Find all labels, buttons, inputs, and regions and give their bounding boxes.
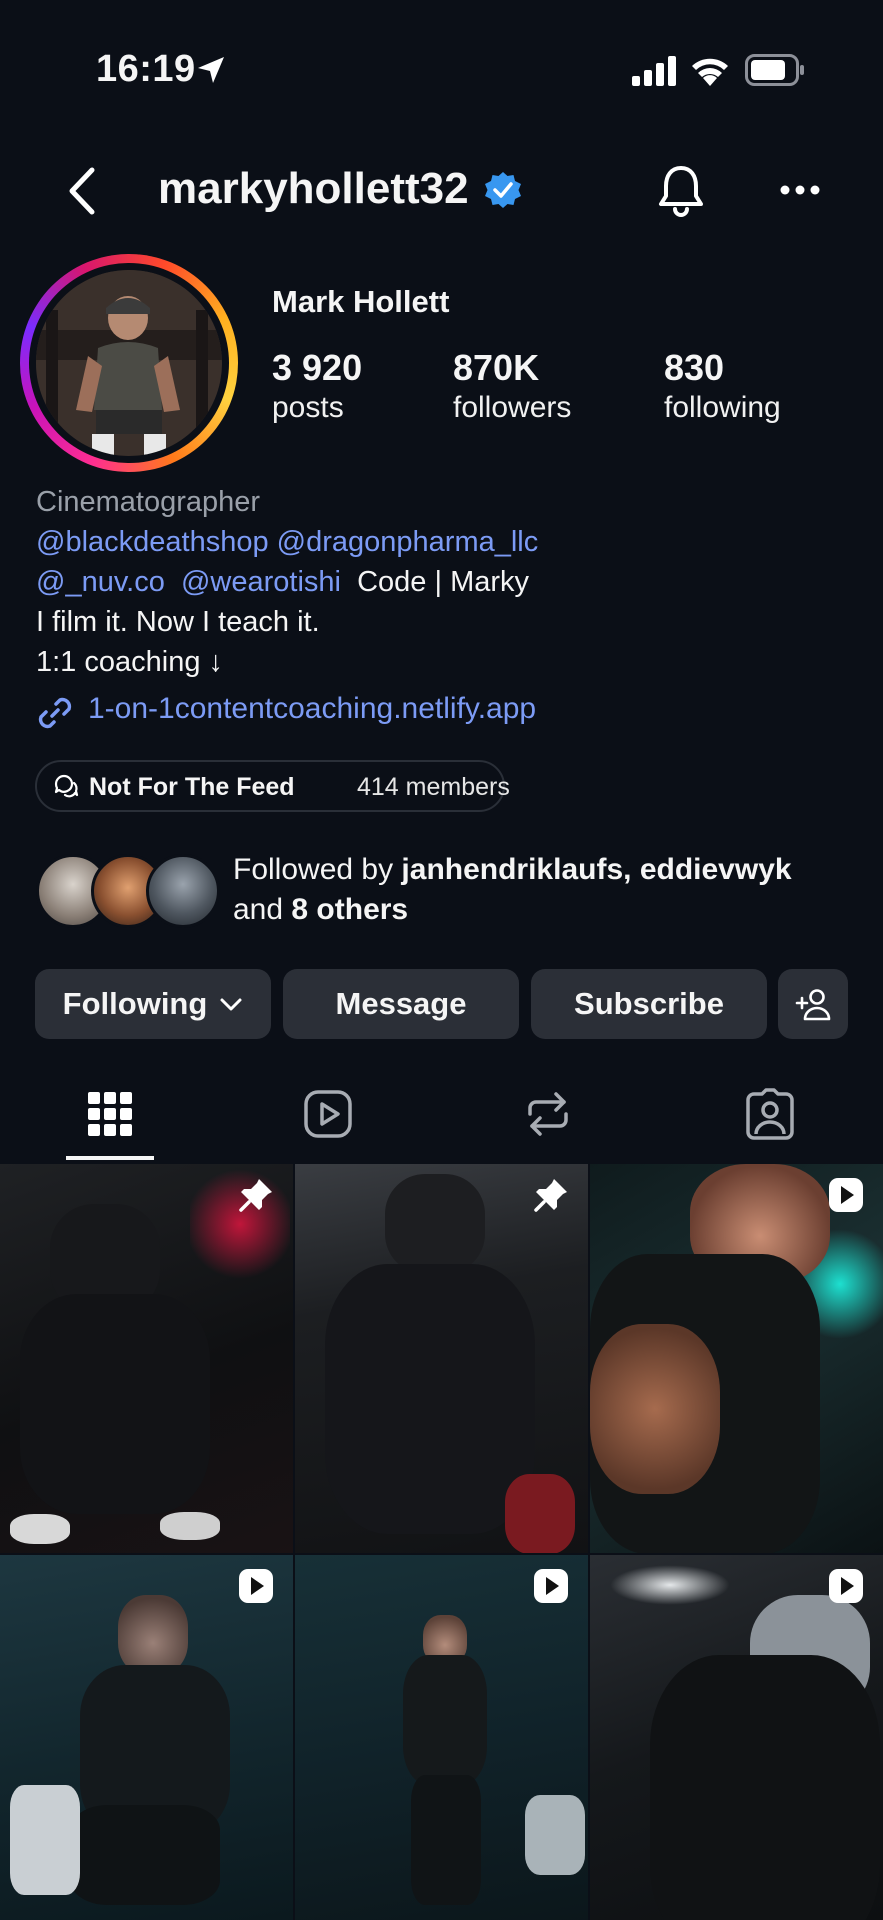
bio-mention[interactable]: @_nuv.co: [36, 566, 165, 598]
following-button-label: Following: [62, 986, 208, 1021]
reel-icon: [534, 1569, 568, 1603]
bio-link-text: 1-on-1contentcoaching.netlify.app: [88, 692, 537, 725]
stat-following-label: following: [664, 391, 781, 424]
channel-chat-icon: [54, 774, 79, 798]
post-figure-body: [20, 1294, 210, 1514]
stat-following[interactable]: 830 following: [664, 346, 781, 426]
verified-icon: [485, 172, 521, 208]
post-tile[interactable]: [295, 1164, 588, 1553]
status-bar: 16:19: [0, 0, 883, 140]
post-tile[interactable]: [295, 1555, 588, 1920]
bio-line-4: I film it. Now I teach it.: [36, 606, 320, 638]
post-bag: [10, 1785, 80, 1895]
message-button[interactable]: Message: [283, 969, 519, 1039]
post-tile[interactable]: [590, 1555, 883, 1920]
mutual-followers-avatars[interactable]: [36, 854, 220, 928]
post-equipment: [505, 1474, 575, 1553]
back-icon[interactable]: [64, 166, 100, 216]
status-time: 16:19: [96, 48, 196, 90]
stat-posts-label: posts: [272, 391, 344, 424]
broadcast-channel-pill[interactable]: Not For The Feed 414 members: [35, 760, 510, 812]
tab-grid[interactable]: [50, 1078, 170, 1162]
bio-mention[interactable]: @wearotishi: [181, 566, 341, 598]
message-button-label: Message: [335, 986, 467, 1021]
stat-posts-value: 3 920: [272, 347, 363, 388]
profile-avatar: [36, 270, 222, 456]
suggested-users-button[interactable]: [778, 969, 848, 1039]
location-arrow-icon: [198, 57, 224, 83]
following-button[interactable]: Following: [35, 969, 271, 1039]
followed-by-others: 8 others: [291, 893, 409, 926]
bio-mention[interactable]: @dragonpharma_llc: [277, 526, 539, 558]
post-figure-head: [385, 1174, 485, 1274]
bio-line-2: @blackdeathshop @dragonpharma_llc: [36, 522, 856, 562]
content-tabs: [0, 1078, 883, 1162]
pin-icon: [534, 1179, 567, 1212]
bio-line-5: 1:1 coaching ↓: [36, 646, 224, 678]
signal-icon: [632, 56, 676, 86]
active-tab-indicator: [66, 1156, 154, 1160]
reels-icon: [304, 1090, 352, 1138]
followed-by-and: and: [233, 893, 284, 926]
stat-followers[interactable]: 870K followers: [453, 346, 571, 426]
followed-by-prefix: Followed by: [233, 853, 394, 886]
username: markyhollett32: [158, 164, 469, 213]
grid-icon: [88, 1092, 132, 1136]
post-figure-arm: [590, 1324, 720, 1494]
avatar-photo: [36, 270, 222, 456]
stat-following-value: 830: [664, 347, 725, 388]
pin-icon: [239, 1179, 272, 1212]
stat-followers-value: 870K: [453, 347, 540, 388]
more-icon[interactable]: [779, 182, 821, 198]
post-ceiling-light: [610, 1565, 730, 1605]
bio-mention[interactable]: @blackdeathshop: [36, 526, 269, 558]
profile-screen: 16:19 markyhollett32 Mark Hollett 3 920 …: [0, 0, 883, 1920]
post-tile[interactable]: [590, 1164, 883, 1553]
tab-reposts[interactable]: [488, 1078, 608, 1162]
mutual-avatar: [146, 854, 220, 928]
post-tile[interactable]: [0, 1555, 293, 1920]
post-figure-body: [325, 1264, 535, 1534]
link-icon: [38, 697, 72, 729]
bio-line-3: @_nuv.co @wearotishi Code | Marky: [36, 562, 856, 602]
followed-by-user: janhendriklaufs,: [401, 853, 632, 886]
battery-icon: [745, 54, 804, 86]
post-bag: [525, 1795, 585, 1875]
add-person-icon: [795, 989, 831, 1021]
tab-tagged[interactable]: [710, 1078, 830, 1162]
bio-category: Cinematographer: [36, 486, 261, 518]
followed-by-user: eddievwyk: [639, 853, 792, 886]
followed-by-text[interactable]: Followed by janhendriklaufs, eddievwyk a…: [233, 850, 853, 930]
stat-posts[interactable]: 3 920 posts: [272, 346, 362, 426]
post-figure-shoe: [160, 1512, 220, 1540]
post-figure-body: [403, 1655, 487, 1785]
tagged-icon: [746, 1088, 794, 1140]
channel-name: Not For The Feed: [89, 773, 295, 801]
reel-icon: [829, 1569, 863, 1603]
display-name: Mark Hollett: [272, 284, 450, 319]
subscribe-button-label: Subscribe: [574, 986, 724, 1021]
post-figure-legs: [411, 1775, 481, 1905]
post-figure-head: [118, 1595, 188, 1675]
bio-text: Code | Marky: [357, 566, 530, 598]
bio: Cinematographer @blackdeathshop @dragonp…: [36, 482, 856, 682]
wifi-icon: [692, 58, 728, 86]
reel-icon: [829, 1178, 863, 1212]
chevron-down-icon: [220, 998, 242, 1011]
profile-header: markyhollett32: [0, 150, 883, 230]
post-tile[interactable]: [0, 1164, 293, 1553]
tab-reels[interactable]: [268, 1078, 388, 1162]
story-ring[interactable]: [20, 254, 238, 472]
post-figure-legs: [70, 1805, 220, 1905]
bell-icon[interactable]: [656, 164, 706, 218]
subscribe-button[interactable]: Subscribe: [531, 969, 767, 1039]
stat-followers-label: followers: [453, 391, 572, 424]
reel-icon: [239, 1569, 273, 1603]
post-figure-shoe: [10, 1514, 70, 1544]
reposts-icon: [528, 1092, 568, 1136]
post-figure-body: [650, 1655, 880, 1920]
posts-grid: [0, 1164, 883, 1920]
channel-members: 414 members: [357, 773, 510, 801]
